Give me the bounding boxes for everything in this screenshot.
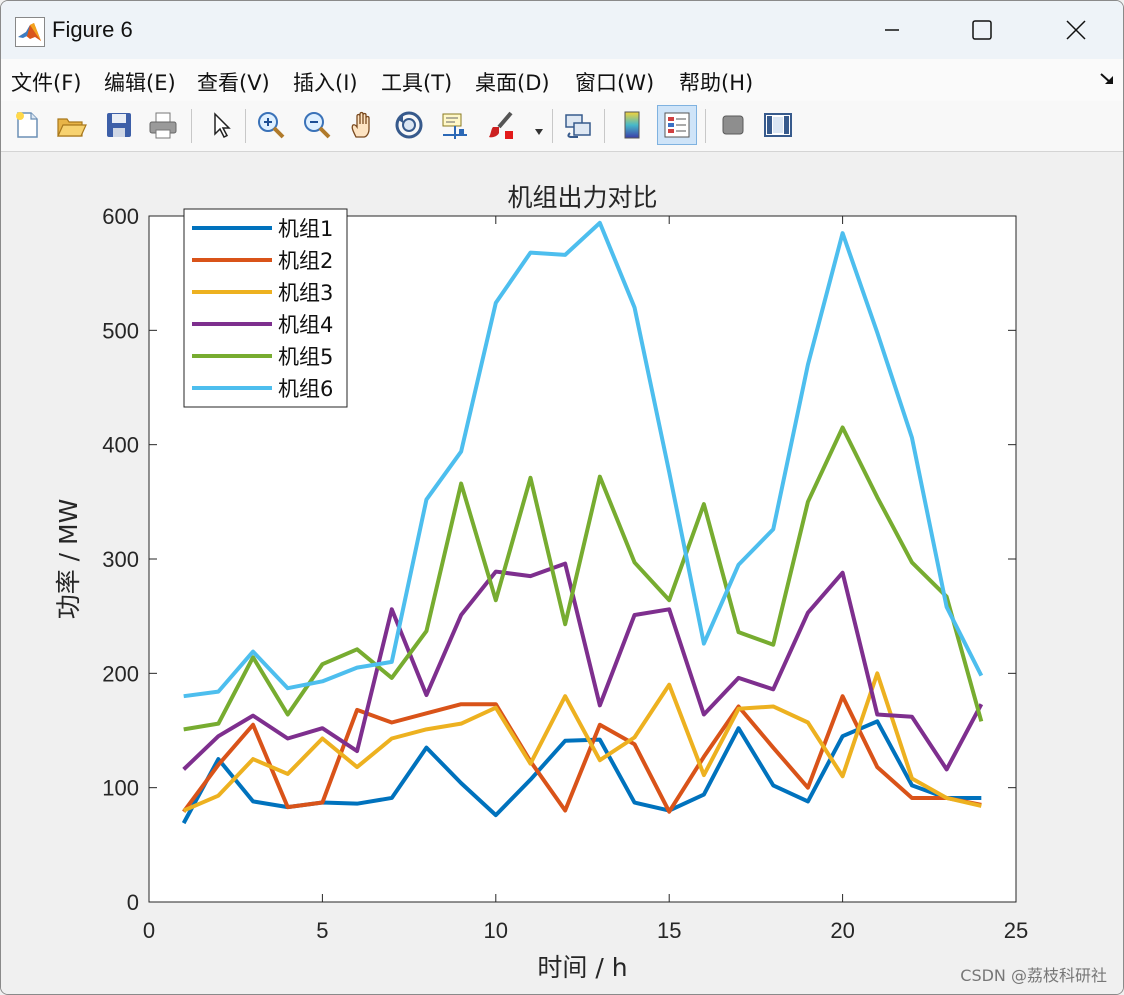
close-icon[interactable] bbox=[1053, 7, 1099, 53]
dock-arrow-icon[interactable] bbox=[1099, 71, 1115, 91]
legend-label-4: 机组4 bbox=[278, 313, 333, 337]
figure-window: Figure 6 文件(F) 编辑(E) 查看(V) 插入(I) 工具(T) 桌… bbox=[0, 0, 1124, 995]
menu-view[interactable]: 查看(V) bbox=[197, 67, 270, 97]
zoom-out-icon[interactable] bbox=[297, 105, 337, 145]
menu-window[interactable]: 窗口(W) bbox=[575, 67, 654, 97]
y-tick-label: 200 bbox=[102, 661, 139, 686]
maximize-icon[interactable] bbox=[959, 7, 1005, 53]
menu-edit[interactable]: 编辑(E) bbox=[104, 67, 176, 97]
menu-bar: 文件(F) 编辑(E) 查看(V) 插入(I) 工具(T) 桌面(D) 窗口(W… bbox=[1, 59, 1123, 102]
chart-title: 机组出力对比 bbox=[507, 183, 657, 212]
legend-label-5: 机组5 bbox=[278, 345, 333, 369]
open-icon[interactable] bbox=[51, 105, 91, 145]
x-tick-label: 10 bbox=[484, 918, 508, 943]
save-icon[interactable] bbox=[99, 105, 139, 145]
colorbar-icon[interactable] bbox=[612, 105, 652, 145]
matlab-icon bbox=[15, 17, 45, 47]
title-bar[interactable]: Figure 6 bbox=[1, 1, 1123, 59]
print-icon[interactable] bbox=[143, 105, 183, 145]
y-tick-label: 100 bbox=[102, 776, 139, 801]
x-tick-label: 0 bbox=[143, 918, 155, 943]
y-tick-label: 600 bbox=[102, 204, 139, 229]
toolbar-separator bbox=[191, 109, 192, 143]
zoom-in-icon[interactable] bbox=[251, 105, 291, 145]
toolbar-separator bbox=[705, 109, 706, 143]
x-tick-label: 15 bbox=[657, 918, 681, 943]
legend-label-2: 机组2 bbox=[278, 249, 333, 273]
window-title: Figure 6 bbox=[52, 17, 133, 42]
rotate-3d-icon[interactable] bbox=[389, 105, 429, 145]
data-cursor-icon[interactable] bbox=[435, 105, 475, 145]
menu-insert[interactable]: 插入(I) bbox=[293, 67, 358, 97]
x-tick-label: 25 bbox=[1004, 918, 1028, 943]
legend-label-1: 机组1 bbox=[278, 217, 333, 241]
brush-icon[interactable] bbox=[481, 105, 521, 145]
link-plot-icon[interactable] bbox=[558, 105, 598, 145]
y-axis-label: 功率 / MW bbox=[54, 499, 83, 620]
new-figure-icon[interactable] bbox=[7, 105, 47, 145]
x-tick-label: 20 bbox=[830, 918, 854, 943]
legend-label-6: 机组6 bbox=[278, 377, 333, 401]
figure-toolbar bbox=[1, 101, 1123, 152]
legend-icon[interactable] bbox=[657, 105, 697, 145]
menu-file[interactable]: 文件(F) bbox=[11, 67, 81, 97]
figure-canvas[interactable]: 0 5 10 15 20 25 0 100 200 300 400 500 600 机组出力对比 时间 / … bbox=[1, 152, 1123, 994]
toolbar-separator bbox=[245, 109, 246, 143]
watermark-text: CSDN @荔枝科研社 bbox=[960, 966, 1107, 985]
pan-icon[interactable] bbox=[343, 105, 383, 145]
y-tick-label: 500 bbox=[102, 318, 139, 343]
x-axis-label: 时间 / h bbox=[537, 953, 627, 982]
minimize-icon[interactable] bbox=[869, 7, 915, 53]
menu-tools[interactable]: 工具(T) bbox=[381, 67, 452, 97]
y-tick-label: 400 bbox=[102, 433, 139, 458]
line-chart[interactable]: 0 5 10 15 20 25 0 100 200 300 400 500 600 机组出力对比时间 / … bbox=[1, 152, 1124, 994]
brush-dropdown-chevron-down-icon[interactable] bbox=[534, 121, 544, 140]
legend-label-3: 机组3 bbox=[278, 281, 333, 305]
show-plot-tools-icon[interactable] bbox=[758, 105, 798, 145]
pointer-icon[interactable] bbox=[200, 105, 240, 145]
y-tick-label: 300 bbox=[102, 547, 139, 572]
toolbar-separator bbox=[552, 109, 553, 143]
y-tick-label: 0 bbox=[127, 890, 139, 915]
toolbar-separator bbox=[604, 109, 605, 143]
x-tick-label: 5 bbox=[316, 918, 328, 943]
menu-help[interactable]: 帮助(H) bbox=[679, 67, 753, 97]
hide-plot-tools-icon[interactable] bbox=[713, 105, 753, 145]
menu-desktop[interactable]: 桌面(D) bbox=[475, 67, 550, 97]
